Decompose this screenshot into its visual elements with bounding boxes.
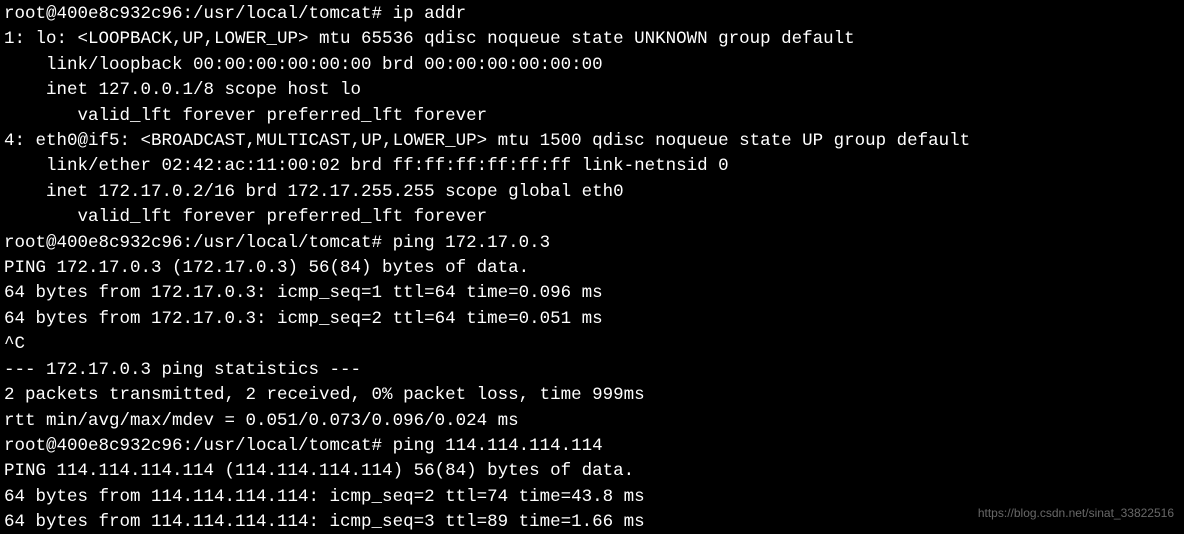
terminal-line: PING 114.114.114.114 (114.114.114.114) 5… <box>4 459 1180 484</box>
terminal-line: 4: eth0@if5: <BROADCAST,MULTICAST,UP,LOW… <box>4 129 1180 154</box>
terminal-line: link/ether 02:42:ac:11:00:02 brd ff:ff:f… <box>4 154 1180 179</box>
terminal-line: link/loopback 00:00:00:00:00:00 brd 00:0… <box>4 53 1180 78</box>
terminal-line: 64 bytes from 172.17.0.3: icmp_seq=2 ttl… <box>4 307 1180 332</box>
terminal-line: PING 172.17.0.3 (172.17.0.3) 56(84) byte… <box>4 256 1180 281</box>
terminal-line: valid_lft forever preferred_lft forever <box>4 104 1180 129</box>
terminal-line: root@400e8c932c96:/usr/local/tomcat# ip … <box>4 2 1180 27</box>
terminal-output[interactable]: root@400e8c932c96:/usr/local/tomcat# ip … <box>0 0 1184 534</box>
watermark-text: https://blog.csdn.net/sinat_33822516 <box>978 501 1174 526</box>
terminal-line: 2 packets transmitted, 2 received, 0% pa… <box>4 383 1180 408</box>
terminal-line: inet 127.0.0.1/8 scope host lo <box>4 78 1180 103</box>
terminal-line: root@400e8c932c96:/usr/local/tomcat# pin… <box>4 231 1180 256</box>
terminal-line: 64 bytes from 172.17.0.3: icmp_seq=1 ttl… <box>4 281 1180 306</box>
terminal-line: rtt min/avg/max/mdev = 0.051/0.073/0.096… <box>4 409 1180 434</box>
terminal-line: inet 172.17.0.2/16 brd 172.17.255.255 sc… <box>4 180 1180 205</box>
terminal-line: 1: lo: <LOOPBACK,UP,LOWER_UP> mtu 65536 … <box>4 27 1180 52</box>
terminal-line: --- 172.17.0.3 ping statistics --- <box>4 358 1180 383</box>
terminal-line: valid_lft forever preferred_lft forever <box>4 205 1180 230</box>
terminal-line: ^C <box>4 332 1180 357</box>
terminal-line: root@400e8c932c96:/usr/local/tomcat# pin… <box>4 434 1180 459</box>
